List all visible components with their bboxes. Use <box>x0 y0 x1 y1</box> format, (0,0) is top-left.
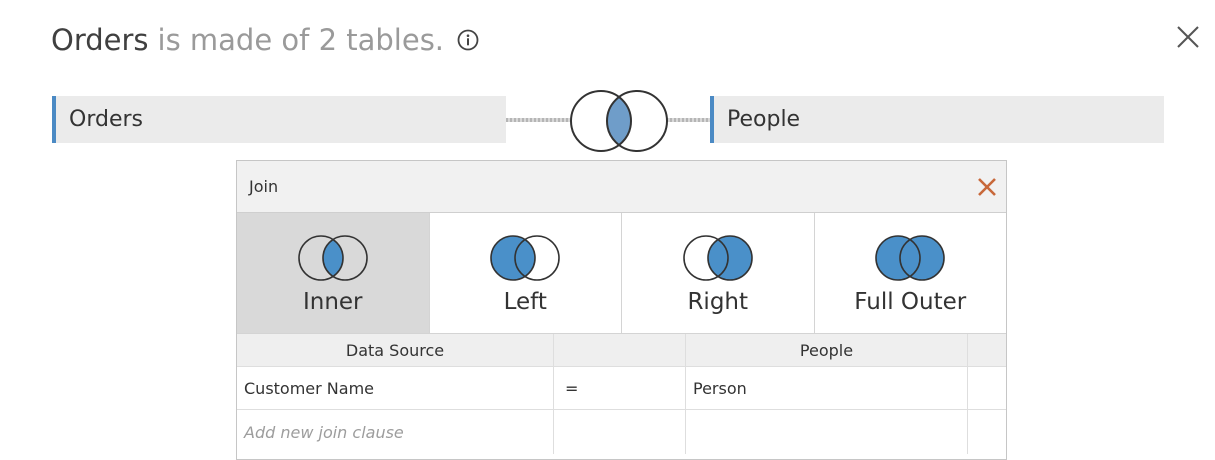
info-circle-icon[interactable] <box>457 29 479 51</box>
right-join-field[interactable]: Person <box>686 367 968 409</box>
join-type-label: Inner <box>302 289 363 315</box>
join-connector-right <box>666 118 710 122</box>
join-clause-grid: Data Source People Customer Name = Perso… <box>237 334 1006 454</box>
grid-header-row: Data Source People <box>237 334 1006 367</box>
add-join-clause-row[interactable]: Add new join clause <box>237 410 1006 454</box>
close-icon[interactable] <box>1176 25 1200 49</box>
left-table-pill[interactable]: Orders <box>52 96 506 143</box>
join-type-right[interactable]: Right <box>622 213 815 333</box>
right-table-name: People <box>727 107 801 132</box>
inner-join-venn-icon[interactable] <box>567 88 671 158</box>
column-header-data-source[interactable]: Data Source <box>237 334 554 366</box>
column-header-operator <box>554 334 686 366</box>
full-outer-join-icon <box>875 235 946 281</box>
join-type-selector: Inner Left Right Full Outer <box>237 213 1006 334</box>
right-table-pill[interactable]: People <box>710 96 1164 143</box>
empty-cell <box>686 410 968 454</box>
inner-join-icon <box>297 235 368 281</box>
left-join-icon <box>490 235 561 281</box>
left-join-field[interactable]: Customer Name <box>237 367 554 409</box>
empty-cell <box>554 410 686 454</box>
join-dialog: Join Inner Left Right Full Outer Data So… <box>236 160 1007 460</box>
column-header-people[interactable]: People <box>686 334 968 366</box>
join-type-label: Full Outer <box>854 289 967 315</box>
title-description: is made of 2 tables. <box>157 23 445 57</box>
row-spacer <box>968 367 1006 409</box>
column-header-spacer <box>968 334 1006 366</box>
close-icon[interactable] <box>976 176 998 198</box>
join-type-full-outer[interactable]: Full Outer <box>814 213 1006 333</box>
dialog-header: Join <box>237 161 1006 213</box>
dialog-title: Join <box>249 177 279 196</box>
join-operator[interactable]: = <box>554 367 686 409</box>
row-spacer <box>968 410 1006 454</box>
join-type-label: Left <box>503 289 547 315</box>
join-type-label: Right <box>687 289 749 315</box>
right-join-icon <box>682 235 753 281</box>
join-connector-left <box>506 118 570 122</box>
join-clause-row[interactable]: Customer Name = Person <box>237 367 1006 410</box>
add-join-clause-input[interactable]: Add new join clause <box>237 410 554 454</box>
data-source-name: Orders <box>51 23 149 57</box>
left-table-name: Orders <box>69 107 143 132</box>
join-type-left[interactable]: Left <box>429 213 622 333</box>
page-title: Orders is made of 2 tables. <box>51 20 479 60</box>
join-type-inner[interactable]: Inner <box>237 213 430 333</box>
